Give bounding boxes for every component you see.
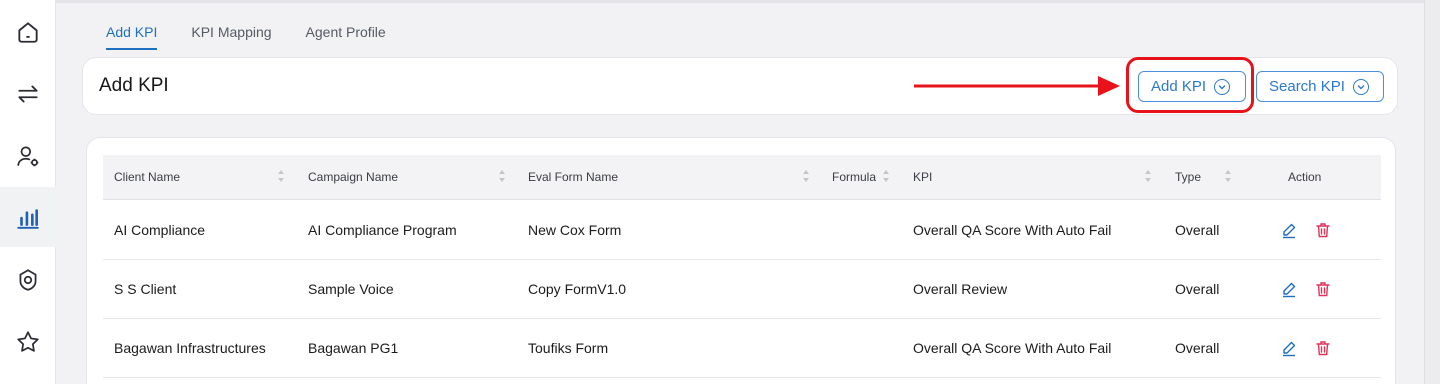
- edit-icon[interactable]: [1280, 280, 1298, 298]
- bar-chart-icon: [17, 209, 39, 229]
- sort-icon[interactable]: [1144, 168, 1152, 184]
- page-title: Add KPI: [99, 75, 169, 96]
- annotation-arrow: [914, 76, 1120, 96]
- cell-client: Bagawan Infrastructures: [114, 340, 266, 356]
- column-header-client[interactable]: Client Name: [114, 170, 180, 184]
- cell-type: Overall: [1175, 222, 1220, 238]
- table-header: Client Name Campaign Name Eval Form Name…: [103, 155, 1381, 200]
- chevron-down-icon: [1352, 78, 1369, 95]
- add-kpi-button[interactable]: Add KPI: [1138, 71, 1246, 102]
- edit-icon[interactable]: [1280, 339, 1298, 357]
- sort-icon[interactable]: [498, 168, 506, 184]
- table-row: Bagawan Infrastructures Bagawan PG1 Touf…: [103, 319, 1381, 378]
- sidebar: [0, 0, 56, 384]
- table-row: AI Compliance AI Compliance Program New …: [103, 201, 1381, 260]
- sort-icon[interactable]: [882, 168, 890, 184]
- badge-icon: [19, 269, 37, 291]
- star-icon: [17, 331, 39, 352]
- tab-agent-profile[interactable]: Agent Profile: [306, 24, 386, 50]
- delete-icon[interactable]: [1314, 280, 1332, 298]
- edit-icon[interactable]: [1280, 221, 1298, 239]
- top-strip: [56, 0, 1424, 3]
- transfer-arrows-icon: [18, 85, 38, 103]
- cell-type: Overall: [1175, 340, 1220, 356]
- column-header-type[interactable]: Type: [1175, 170, 1201, 184]
- cell-type: Overall: [1175, 281, 1220, 297]
- sidebar-item-users[interactable]: [0, 126, 56, 186]
- search-kpi-button-label: Search KPI: [1269, 78, 1345, 95]
- cell-kpi: Overall QA Score With Auto Fail: [913, 340, 1112, 356]
- cell-eval-form: Toufiks Form: [528, 340, 609, 356]
- tab-add-kpi[interactable]: Add KPI: [106, 24, 158, 50]
- home-icon: [18, 22, 38, 43]
- search-kpi-button[interactable]: Search KPI: [1256, 71, 1384, 102]
- sidebar-item-badge[interactable]: [0, 250, 56, 310]
- scroll-edge: [1424, 0, 1440, 384]
- sidebar-item-favorites[interactable]: [0, 312, 56, 372]
- sidebar-item-home[interactable]: [0, 2, 56, 62]
- column-header-formula[interactable]: Formula: [832, 170, 876, 184]
- sidebar-item-transfer[interactable]: [0, 64, 56, 124]
- cell-campaign: AI Compliance Program: [308, 222, 457, 238]
- sort-icon[interactable]: [802, 168, 810, 184]
- delete-icon[interactable]: [1314, 339, 1332, 357]
- cell-kpi: Overall Review: [913, 281, 1008, 297]
- column-header-campaign[interactable]: Campaign Name: [308, 170, 398, 184]
- header-card: Add KPI Add KPI Search KPI: [82, 57, 1398, 115]
- tab-kpi-mapping[interactable]: KPI Mapping: [191, 24, 271, 50]
- column-header-action: Action: [1288, 170, 1322, 184]
- cell-campaign: Sample Voice: [308, 281, 394, 297]
- table-row: S S Client Sample Voice Copy FormV1.0 Ov…: [103, 260, 1381, 319]
- sort-icon[interactable]: [1224, 168, 1232, 184]
- user-settings-icon: [17, 146, 39, 167]
- column-header-eval-form[interactable]: Eval Form Name: [528, 170, 618, 184]
- chevron-down-icon: [1214, 78, 1231, 95]
- delete-icon[interactable]: [1314, 221, 1332, 239]
- tab-bar: Add KPI KPI Mapping Agent Profile: [106, 24, 386, 50]
- cell-eval-form: Copy FormV1.0: [528, 281, 627, 297]
- sidebar-item-reports[interactable]: [0, 187, 56, 247]
- column-header-kpi[interactable]: KPI: [913, 170, 932, 184]
- cell-client: AI Compliance: [114, 222, 206, 238]
- add-kpi-button-label: Add KPI: [1151, 78, 1207, 95]
- kpi-table: Client Name Campaign Name Eval Form Name…: [86, 137, 1396, 384]
- cell-client: S S Client: [114, 281, 177, 297]
- cell-kpi: Overall QA Score With Auto Fail: [913, 222, 1112, 238]
- cell-campaign: Bagawan PG1: [308, 340, 399, 356]
- cell-eval-form: New Cox Form: [528, 222, 622, 238]
- sort-icon[interactable]: [277, 168, 285, 184]
